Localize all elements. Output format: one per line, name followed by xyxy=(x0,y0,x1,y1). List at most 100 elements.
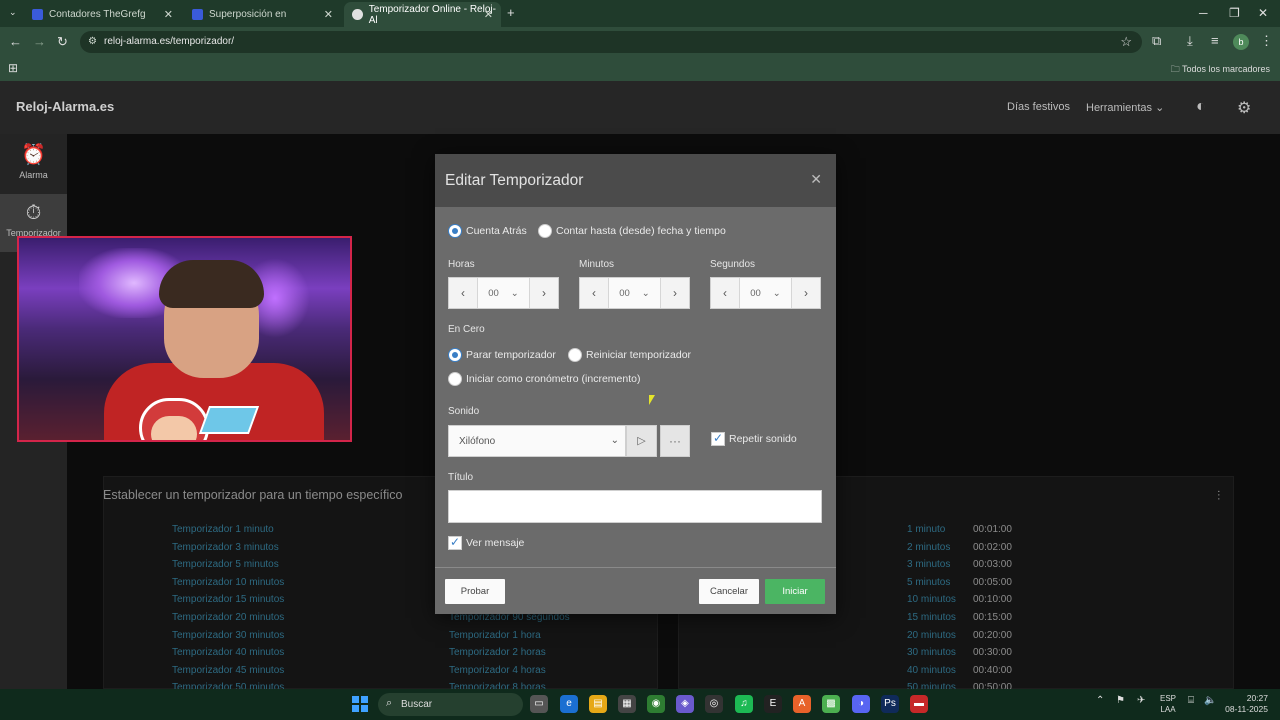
photoshop-icon[interactable]: Ps xyxy=(881,695,899,713)
duration-link[interactable]: 1 minuto xyxy=(907,524,956,542)
close-tab-icon[interactable]: ✕ xyxy=(484,8,493,21)
theme-toggle-icon[interactable]: ◐ xyxy=(1196,98,1206,116)
duration-link[interactable]: 30 minutos xyxy=(907,647,956,665)
extensions-icon[interactable]: ⧉ xyxy=(1152,33,1161,49)
chrome-icon[interactable]: ◉ xyxy=(647,695,665,713)
copilot-icon[interactable]: ◈ xyxy=(676,695,694,713)
decrement-minutes-button[interactable]: ‹ xyxy=(580,286,608,300)
start-stopwatch-radio[interactable]: Iniciar como cronómetro (incremento) xyxy=(448,372,640,386)
timer-link[interactable]: Temporizador 20 minutos xyxy=(172,612,284,630)
tray-chevron-icon[interactable]: ⌃ xyxy=(1096,695,1104,706)
timer-link[interactable]: Temporizador 5 minutos xyxy=(172,559,284,577)
close-tab-icon[interactable]: ✕ xyxy=(324,8,333,21)
edge-icon[interactable]: e xyxy=(560,695,578,713)
sound-select[interactable]: Xilófono ⌄ xyxy=(448,425,626,457)
hours-select[interactable]: 00 ⌄ xyxy=(477,278,530,308)
reload-icon[interactable]: ↻ xyxy=(57,34,68,50)
tab-search-chevron-icon[interactable]: ⌄ xyxy=(9,7,17,18)
timer-link[interactable]: Temporizador 90 segundos xyxy=(449,612,570,630)
decrement-hours-button[interactable]: ‹ xyxy=(449,286,477,300)
minecraft-icon[interactable]: ▩ xyxy=(822,695,840,713)
nav-tools[interactable]: Herramientas ⌄ xyxy=(1086,101,1164,114)
app-a-icon[interactable]: A xyxy=(793,695,811,713)
all-bookmarks[interactable]: 🗀 Todos los marcadores xyxy=(1171,62,1270,78)
back-icon[interactable]: ← xyxy=(9,34,22,49)
restore-icon[interactable]: ❐ xyxy=(1229,6,1240,20)
address-bar[interactable]: ⚙ reloj-alarma.es/temporizador/ ☆ xyxy=(80,31,1142,53)
tray-app-icon[interactable]: ✈ xyxy=(1137,695,1145,706)
show-message-checkbox[interactable]: Ver mensaje xyxy=(448,535,524,550)
epic-games-icon[interactable]: E xyxy=(764,695,782,713)
store-icon[interactable]: ▦ xyxy=(618,695,636,713)
forward-icon[interactable]: → xyxy=(33,34,46,49)
timer-link[interactable]: Temporizador 3 minutos xyxy=(172,542,284,560)
duration-link[interactable]: 40 minutos xyxy=(907,665,956,683)
stop-timer-radio[interactable]: Parar temporizador xyxy=(448,348,556,362)
increment-minutes-button[interactable]: › xyxy=(661,286,689,300)
discord-icon[interactable]: ◑ xyxy=(852,695,870,713)
taskbar-clock[interactable]: 20:27 08-11-2025 xyxy=(1224,693,1268,715)
obs-icon[interactable]: ◎ xyxy=(705,695,723,713)
download-icon[interactable]: ⤓ xyxy=(1187,33,1193,49)
taskbar-search[interactable]: ⌕ Buscar xyxy=(378,693,523,716)
network-icon[interactable]: ⌸ xyxy=(1188,695,1194,706)
tray-app-icon[interactable]: ⚑ xyxy=(1116,695,1125,706)
timer-link[interactable]: Temporizador 15 minutos xyxy=(172,594,284,612)
timer-link[interactable]: Temporizador 2 horas xyxy=(449,647,570,665)
timer-link[interactable]: Temporizador 45 minutos xyxy=(172,665,284,683)
timer-link[interactable]: Temporizador 1 hora xyxy=(449,630,570,648)
language-indicator[interactable]: ESP LAA xyxy=(1160,693,1176,715)
duration-link[interactable]: 2 minutos xyxy=(907,542,956,560)
duration-link[interactable]: 20 minutos xyxy=(907,630,956,648)
duration-link[interactable]: 15 minutos xyxy=(907,612,956,630)
tab-superposicion[interactable]: Superposición en ✕ xyxy=(184,2,341,27)
windows-start-icon[interactable] xyxy=(352,696,368,712)
new-tab-button[interactable]: + xyxy=(507,5,515,20)
bookmark-star-icon[interactable]: ☆ xyxy=(1120,34,1132,50)
test-button[interactable]: Probar xyxy=(445,579,505,604)
seconds-select[interactable]: 00 ⌄ xyxy=(739,278,792,308)
title-input[interactable] xyxy=(448,490,822,523)
profile-avatar[interactable]: b xyxy=(1233,34,1249,50)
task-view-icon[interactable]: ▭ xyxy=(530,695,548,713)
minutes-select[interactable]: 00 ⌄ xyxy=(608,278,661,308)
nav-holidays[interactable]: Días festivos xyxy=(1007,101,1070,113)
volume-icon[interactable]: 🔈 xyxy=(1204,695,1216,706)
tab-contadores[interactable]: Contadores TheGrefg ✕ xyxy=(24,2,181,27)
repeat-sound-checkbox[interactable]: Repetir sonido xyxy=(711,431,797,446)
mode-countto-radio[interactable]: Contar hasta (desde) fecha y tiempo xyxy=(538,224,726,238)
menu-dots-icon[interactable]: ⋮ xyxy=(1260,33,1273,49)
timer-link[interactable]: Temporizador 4 horas xyxy=(449,665,570,683)
timer-link[interactable]: Temporizador 10 minutos xyxy=(172,577,284,595)
close-icon[interactable]: ✕ xyxy=(810,171,822,188)
duration-link[interactable]: 3 minutos xyxy=(907,559,956,577)
reading-list-icon[interactable]: ≡ xyxy=(1211,33,1219,48)
tab-temporizador[interactable]: Temporizador Online - Reloj-Al ✕ xyxy=(344,2,501,27)
site-info-icon[interactable]: ⚙ xyxy=(88,36,97,47)
site-logo[interactable]: Reloj-Alarma.es xyxy=(16,99,114,114)
duration-link[interactable]: 10 minutos xyxy=(907,594,956,612)
decrement-seconds-button[interactable]: ‹ xyxy=(711,286,739,300)
cancel-button[interactable]: Cancelar xyxy=(699,579,759,604)
restart-timer-radio[interactable]: Reiniciar temporizador xyxy=(568,348,691,362)
file-explorer-icon[interactable]: ▤ xyxy=(589,695,607,713)
increment-seconds-button[interactable]: › xyxy=(792,286,820,300)
start-button[interactable]: Iniciar xyxy=(765,579,825,604)
duration-link[interactable]: 5 minutos xyxy=(907,577,956,595)
app-red-icon[interactable]: ▬ xyxy=(910,695,928,713)
timer-link[interactable]: Temporizador 40 minutos xyxy=(172,647,284,665)
increment-hours-button[interactable]: › xyxy=(530,286,558,300)
apps-grid-icon[interactable]: ⊞ xyxy=(8,61,18,75)
close-window-icon[interactable]: ✕ xyxy=(1258,6,1268,20)
mode-countdown-radio[interactable]: Cuenta Atrás xyxy=(448,224,527,238)
minimize-icon[interactable]: ─ xyxy=(1199,6,1208,20)
timer-link[interactable]: Temporizador 1 minuto xyxy=(172,524,284,542)
settings-gear-icon[interactable]: ⚙ xyxy=(1237,98,1251,118)
close-tab-icon[interactable]: ✕ xyxy=(164,8,173,21)
spotify-icon[interactable]: ♫ xyxy=(735,695,753,713)
play-sound-button[interactable]: ▷ xyxy=(626,425,657,457)
sidebar-item-alarma[interactable]: ⏰ Alarma xyxy=(0,134,67,192)
more-sounds-button[interactable]: ··· xyxy=(660,425,690,457)
panel-settings-icon[interactable]: ⫶ xyxy=(1217,488,1220,504)
timer-link[interactable]: Temporizador 30 minutos xyxy=(172,630,284,648)
